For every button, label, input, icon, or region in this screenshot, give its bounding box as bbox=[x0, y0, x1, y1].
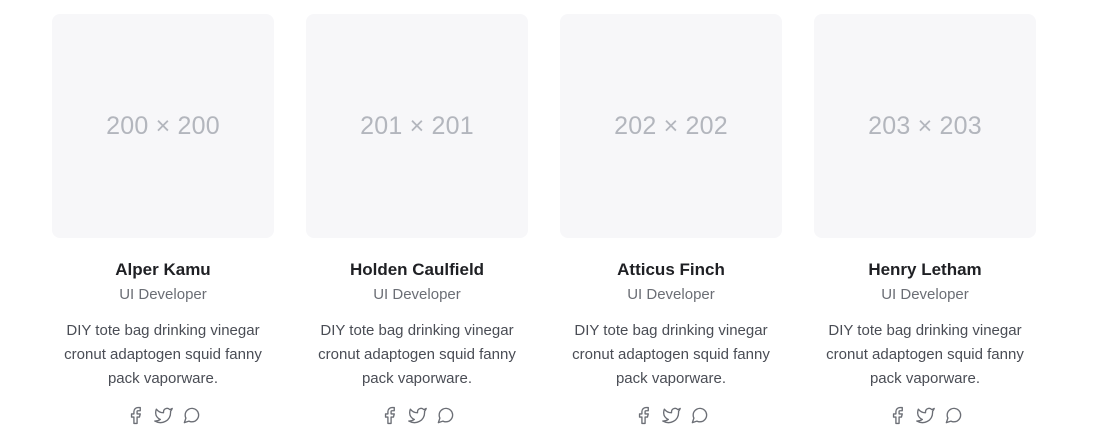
avatar-placeholder: 203 × 203 bbox=[814, 14, 1036, 238]
team-card: 202 × 202 Atticus Finch UI Developer DIY… bbox=[560, 14, 782, 426]
facebook-icon[interactable] bbox=[125, 405, 145, 425]
chat-icon[interactable] bbox=[689, 405, 709, 425]
member-role: UI Developer bbox=[373, 286, 461, 303]
team-card: 200 × 200 Alper Kamu UI Developer DIY to… bbox=[52, 14, 274, 426]
member-name: Henry Letham bbox=[868, 260, 982, 279]
team-card: 201 × 201 Holden Caulfield UI Developer … bbox=[306, 14, 528, 426]
avatar-placeholder: 202 × 202 bbox=[560, 14, 782, 238]
member-bio: DIY tote bag drinking vinegar cronut ada… bbox=[572, 322, 770, 387]
facebook-icon[interactable] bbox=[633, 405, 653, 425]
team-card: 203 × 203 Henry Letham UI Developer DIY … bbox=[814, 14, 1036, 426]
member-bio: DIY tote bag drinking vinegar cronut ada… bbox=[826, 322, 1024, 387]
social-links bbox=[633, 404, 709, 426]
social-links bbox=[379, 404, 455, 426]
facebook-icon[interactable] bbox=[379, 405, 399, 425]
avatar-placeholder: 201 × 201 bbox=[306, 14, 528, 238]
avatar-placeholder: 200 × 200 bbox=[52, 14, 274, 238]
team-grid: 200 × 200 Alper Kamu UI Developer DIY to… bbox=[52, 14, 1036, 426]
member-name: Atticus Finch bbox=[617, 260, 725, 279]
social-links bbox=[887, 404, 963, 426]
chat-icon[interactable] bbox=[435, 405, 455, 425]
member-name: Alper Kamu bbox=[115, 260, 211, 279]
member-name: Holden Caulfield bbox=[349, 260, 485, 279]
twitter-icon[interactable] bbox=[915, 405, 935, 425]
member-role: UI Developer bbox=[881, 286, 969, 303]
member-role: UI Developer bbox=[119, 286, 207, 303]
member-role: UI Developer bbox=[627, 286, 715, 303]
facebook-icon[interactable] bbox=[887, 405, 907, 425]
twitter-icon[interactable] bbox=[661, 405, 681, 425]
chat-icon[interactable] bbox=[943, 405, 963, 425]
twitter-icon[interactable] bbox=[153, 405, 173, 425]
member-bio: DIY tote bag drinking vinegar cronut ada… bbox=[318, 322, 516, 387]
member-bio: DIY tote bag drinking vinegar cronut ada… bbox=[64, 322, 262, 387]
social-links bbox=[125, 404, 201, 426]
chat-icon[interactable] bbox=[181, 405, 201, 425]
twitter-icon[interactable] bbox=[407, 405, 427, 425]
